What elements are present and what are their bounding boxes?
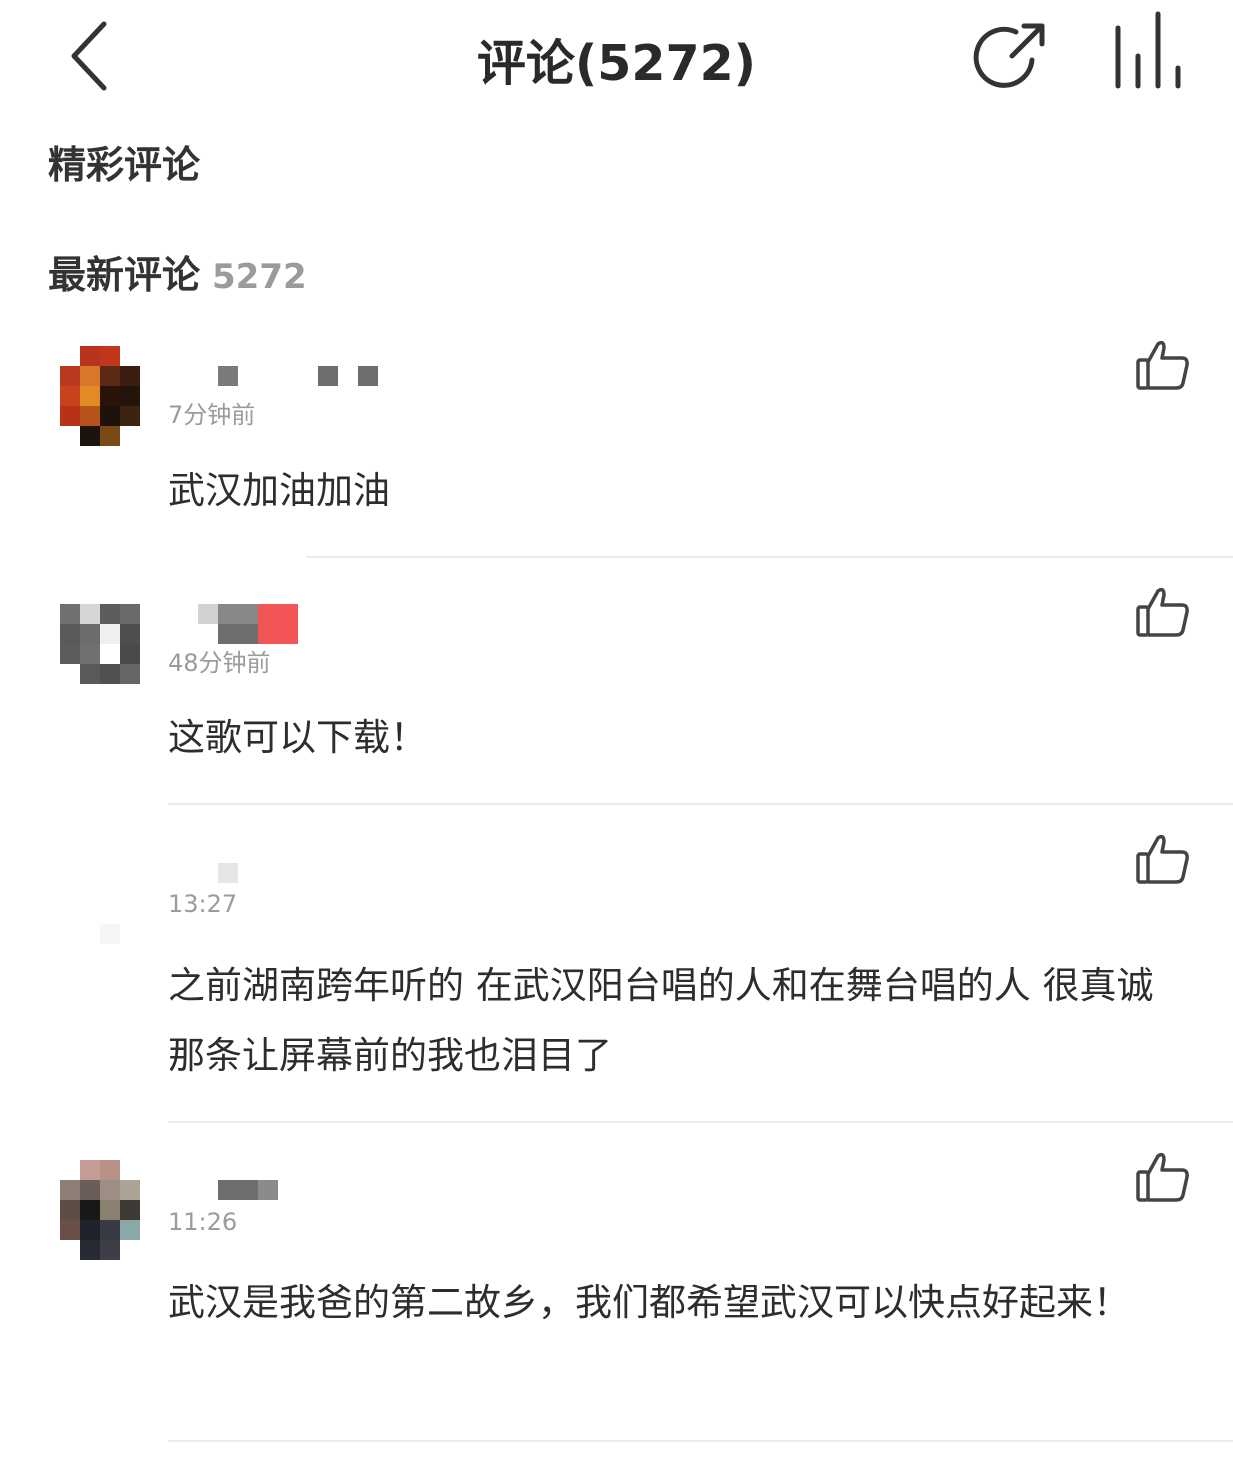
comment-text: 武汉加油加油 (168, 469, 390, 512)
like-button[interactable] (1134, 1150, 1192, 1204)
username-redacted (168, 366, 408, 386)
like-button[interactable] (1134, 832, 1192, 886)
thumbs-up-icon (1136, 587, 1189, 637)
avatar[interactable] (60, 1160, 140, 1260)
thumbs-up-icon (1136, 1152, 1189, 1202)
latest-comments-count: 5272 (212, 257, 307, 297)
featured-comments-heading[interactable]: 精彩评论 (48, 134, 200, 189)
stats-button[interactable] (1106, 8, 1190, 92)
username-redacted (168, 1180, 288, 1200)
comment-time: 13:27 (168, 890, 238, 918)
comment-time: 11:26 (168, 1208, 238, 1236)
avatar[interactable] (60, 852, 140, 952)
latest-comments-heading: 最新评论 5272 (48, 244, 307, 299)
like-button[interactable] (1134, 585, 1192, 639)
comment-text: 武汉是我爸的第二故乡，我们都希望武汉可以快点好起来！ (168, 1281, 1130, 1324)
comment-text: 之前湖南跨年听的 在武汉阳台唱的人和在舞台唱的人 很真诚 那条让屏幕前的我也泪目… (168, 964, 1154, 1077)
featured-comments-label: 精彩评论 (48, 143, 201, 187)
avatar[interactable] (60, 604, 140, 684)
username-redacted (168, 604, 308, 644)
share-button[interactable] (972, 20, 1052, 92)
divider (168, 1440, 1233, 1442)
comment-time: 7分钟前 (168, 401, 256, 429)
thumbs-up-icon (1136, 834, 1189, 884)
comment-text: 这歌可以下载！ (168, 716, 427, 759)
divider (168, 1121, 1233, 1123)
avatar[interactable] (60, 346, 140, 446)
share-icon (973, 23, 1045, 88)
divider (306, 556, 1233, 558)
thumbs-up-icon (1136, 340, 1189, 390)
divider (168, 803, 1233, 805)
bar-chart-icon (1115, 11, 1181, 89)
latest-comments-label: 最新评论 (48, 253, 201, 297)
like-button[interactable] (1134, 338, 1192, 392)
username-redacted (168, 863, 268, 883)
comment-time: 48分钟前 (168, 649, 271, 677)
